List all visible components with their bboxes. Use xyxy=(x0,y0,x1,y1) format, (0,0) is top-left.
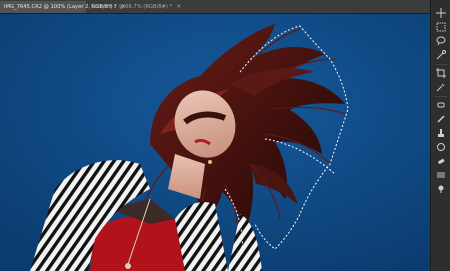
history-brush-icon[interactable] xyxy=(435,142,447,152)
photo-image xyxy=(0,14,430,271)
eraser-tool-icon[interactable] xyxy=(435,156,447,166)
document-tab-label: Untitled-1 @ 66.7% (RGB/8#) * xyxy=(91,4,173,10)
healing-brush-icon[interactable] xyxy=(435,100,447,110)
document-tab-inactive[interactable]: Untitled-1 @ 66.7% (RGB/8#) * × xyxy=(87,1,181,13)
brush-tool-icon[interactable] xyxy=(435,114,447,124)
close-icon[interactable]: × xyxy=(176,4,181,10)
tool-divider xyxy=(435,96,447,97)
gradient-tool-icon[interactable] xyxy=(435,170,447,180)
document-canvas[interactable] xyxy=(0,14,430,271)
tools-panel xyxy=(430,0,450,271)
move-tool-icon[interactable] xyxy=(435,8,447,18)
dodge-tool-icon[interactable] xyxy=(435,184,447,194)
tool-divider xyxy=(435,64,447,65)
marquee-tool-icon[interactable] xyxy=(435,22,447,32)
document-tab-bar: IMG_7645.CR2 @ 100% (Layer 2, RGB/8*) * … xyxy=(0,0,430,14)
eyedropper-tool-icon[interactable] xyxy=(435,82,447,92)
clone-stamp-icon[interactable] xyxy=(435,128,447,138)
lasso-tool-icon[interactable] xyxy=(435,36,447,46)
quick-select-tool-icon[interactable] xyxy=(435,50,447,60)
document-tab-active[interactable]: IMG_7645.CR2 @ 100% (Layer 2, RGB/8*) * … xyxy=(0,1,126,13)
crop-tool-icon[interactable] xyxy=(435,68,447,78)
